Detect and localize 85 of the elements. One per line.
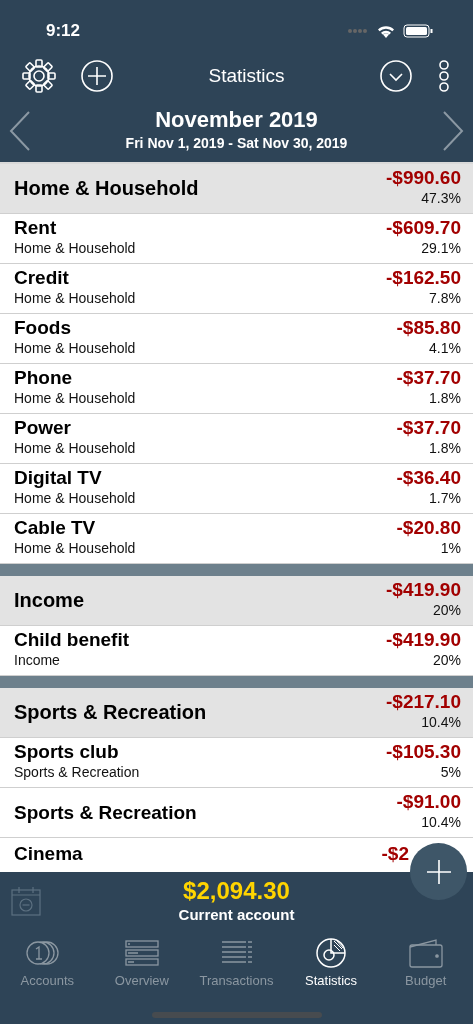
item-category: Home & Household [14,438,136,458]
calendar-minus-icon [11,886,41,916]
category-header[interactable]: Income -$419.90 20% [0,576,473,626]
item-name: Foods [14,318,72,338]
percentage: 10.4% [420,812,461,832]
battery-icon [403,24,433,38]
more-button[interactable] [437,59,451,93]
amount: -$217.10 [386,692,461,712]
category-row[interactable]: Credit Home & Household -$162.50 7.8% [0,264,473,314]
plus-circle-icon [80,59,114,93]
item-name: Digital TV [14,468,103,488]
screen-title: Statistics [207,63,286,88]
amount: -$990.60 [386,168,461,188]
amount: -$37.70 [396,368,461,388]
item-name: Phone [14,368,74,388]
category-header[interactable]: Home & Household -$990.60 47.3% [0,164,473,214]
chevron-right-icon [441,110,465,152]
percentage: 7.8% [428,288,461,308]
percentage: 1.8% [428,388,461,408]
item-name: Cinema [14,844,83,864]
percentage: 5% [439,762,461,782]
signal-icon [347,28,369,34]
dropdown-button[interactable] [379,59,413,93]
item-name: Credit [14,268,70,288]
category-row[interactable]: Sports club Sports & Recreation -$105.30 5% [0,738,473,788]
amount: -$419.90 [386,580,461,600]
amount: -$2 [381,844,409,864]
item-name: Sports club [14,742,120,762]
wifi-icon [377,24,395,38]
category-row[interactable]: Foods Home & Household -$85.80 4.1% [0,314,473,364]
status-time: 9:12 [46,20,81,43]
percentage: 1% [439,538,461,558]
percentage: 10.4% [420,712,461,732]
plus-icon [425,858,452,885]
item-name: Child benefit [14,630,130,650]
chevron-circle-icon [379,59,413,93]
previous-button[interactable] [8,110,32,152]
percentage: 1.8% [428,438,461,458]
category-row[interactable]: Power Home & Household -$37.70 1.8% [0,414,473,464]
category-row[interactable]: Rent Home & Household -$609.70 29.1% [0,214,473,264]
item-name: Cable TV [14,518,97,538]
amount: -$37.70 [396,418,461,438]
amount: -$609.70 [386,218,461,238]
percentage: 1.7% [428,488,461,508]
category-name: Home & Household [14,178,199,199]
item-category: Home & Household [14,238,136,258]
item-name: Rent [14,218,58,238]
next-button[interactable] [441,110,465,152]
category-name: Sports & Recreation [14,702,207,723]
amount: -$419.90 [386,630,461,650]
item-category: Home & Household [14,388,136,408]
amount: -$91.00 [396,792,461,812]
item-category: Income [14,650,61,670]
percentage: 47.3% [420,188,461,208]
amount: -$162.50 [386,268,461,288]
item-category: Home & Household [14,538,136,558]
amount: -$105.30 [386,742,461,762]
settings-icon [22,59,56,93]
percentage: 4.1% [428,338,461,358]
percentage: 20% [431,600,461,620]
category-header[interactable]: Sports & Recreation -$217.10 10.4% [0,688,473,738]
settings-button[interactable] [22,59,56,93]
add-button[interactable] [80,59,114,93]
item-name: Sports & Recreation [14,802,197,823]
tab-bar-item[interactable]: Statistics [291,936,372,991]
item-category: Sports & Recreation [14,762,140,782]
category-row[interactable]: Phone Home & Household -$37.70 1.8% [0,364,473,414]
percentage: 20% [431,650,461,670]
account-name: Current account [178,905,295,926]
item-name: Power [14,418,73,438]
period-range: Fri Nov 1, 2019 - Sat Nov 30, 2019 [125,133,348,153]
more-icon [437,59,451,93]
period-title: November 2019 [154,108,319,133]
amount: -$20.80 [396,518,461,538]
balance-amount: $2,094.30 [183,878,290,905]
amount: -$85.80 [396,318,461,338]
category-name: Income [14,590,85,611]
percentage: 29.1% [420,238,461,258]
category-row[interactable]: Digital TV Home & Household -$36.40 1.7% [0,464,473,514]
item-category: Home & Household [14,338,136,358]
chevron-left-icon [8,110,32,152]
category-row[interactable]: Sports & Recreation -$91.00 10.4% [0,788,473,838]
amount: -$36.40 [396,468,461,488]
item-category: Home & Household [14,488,136,508]
item-category: Home & Household [14,288,136,308]
